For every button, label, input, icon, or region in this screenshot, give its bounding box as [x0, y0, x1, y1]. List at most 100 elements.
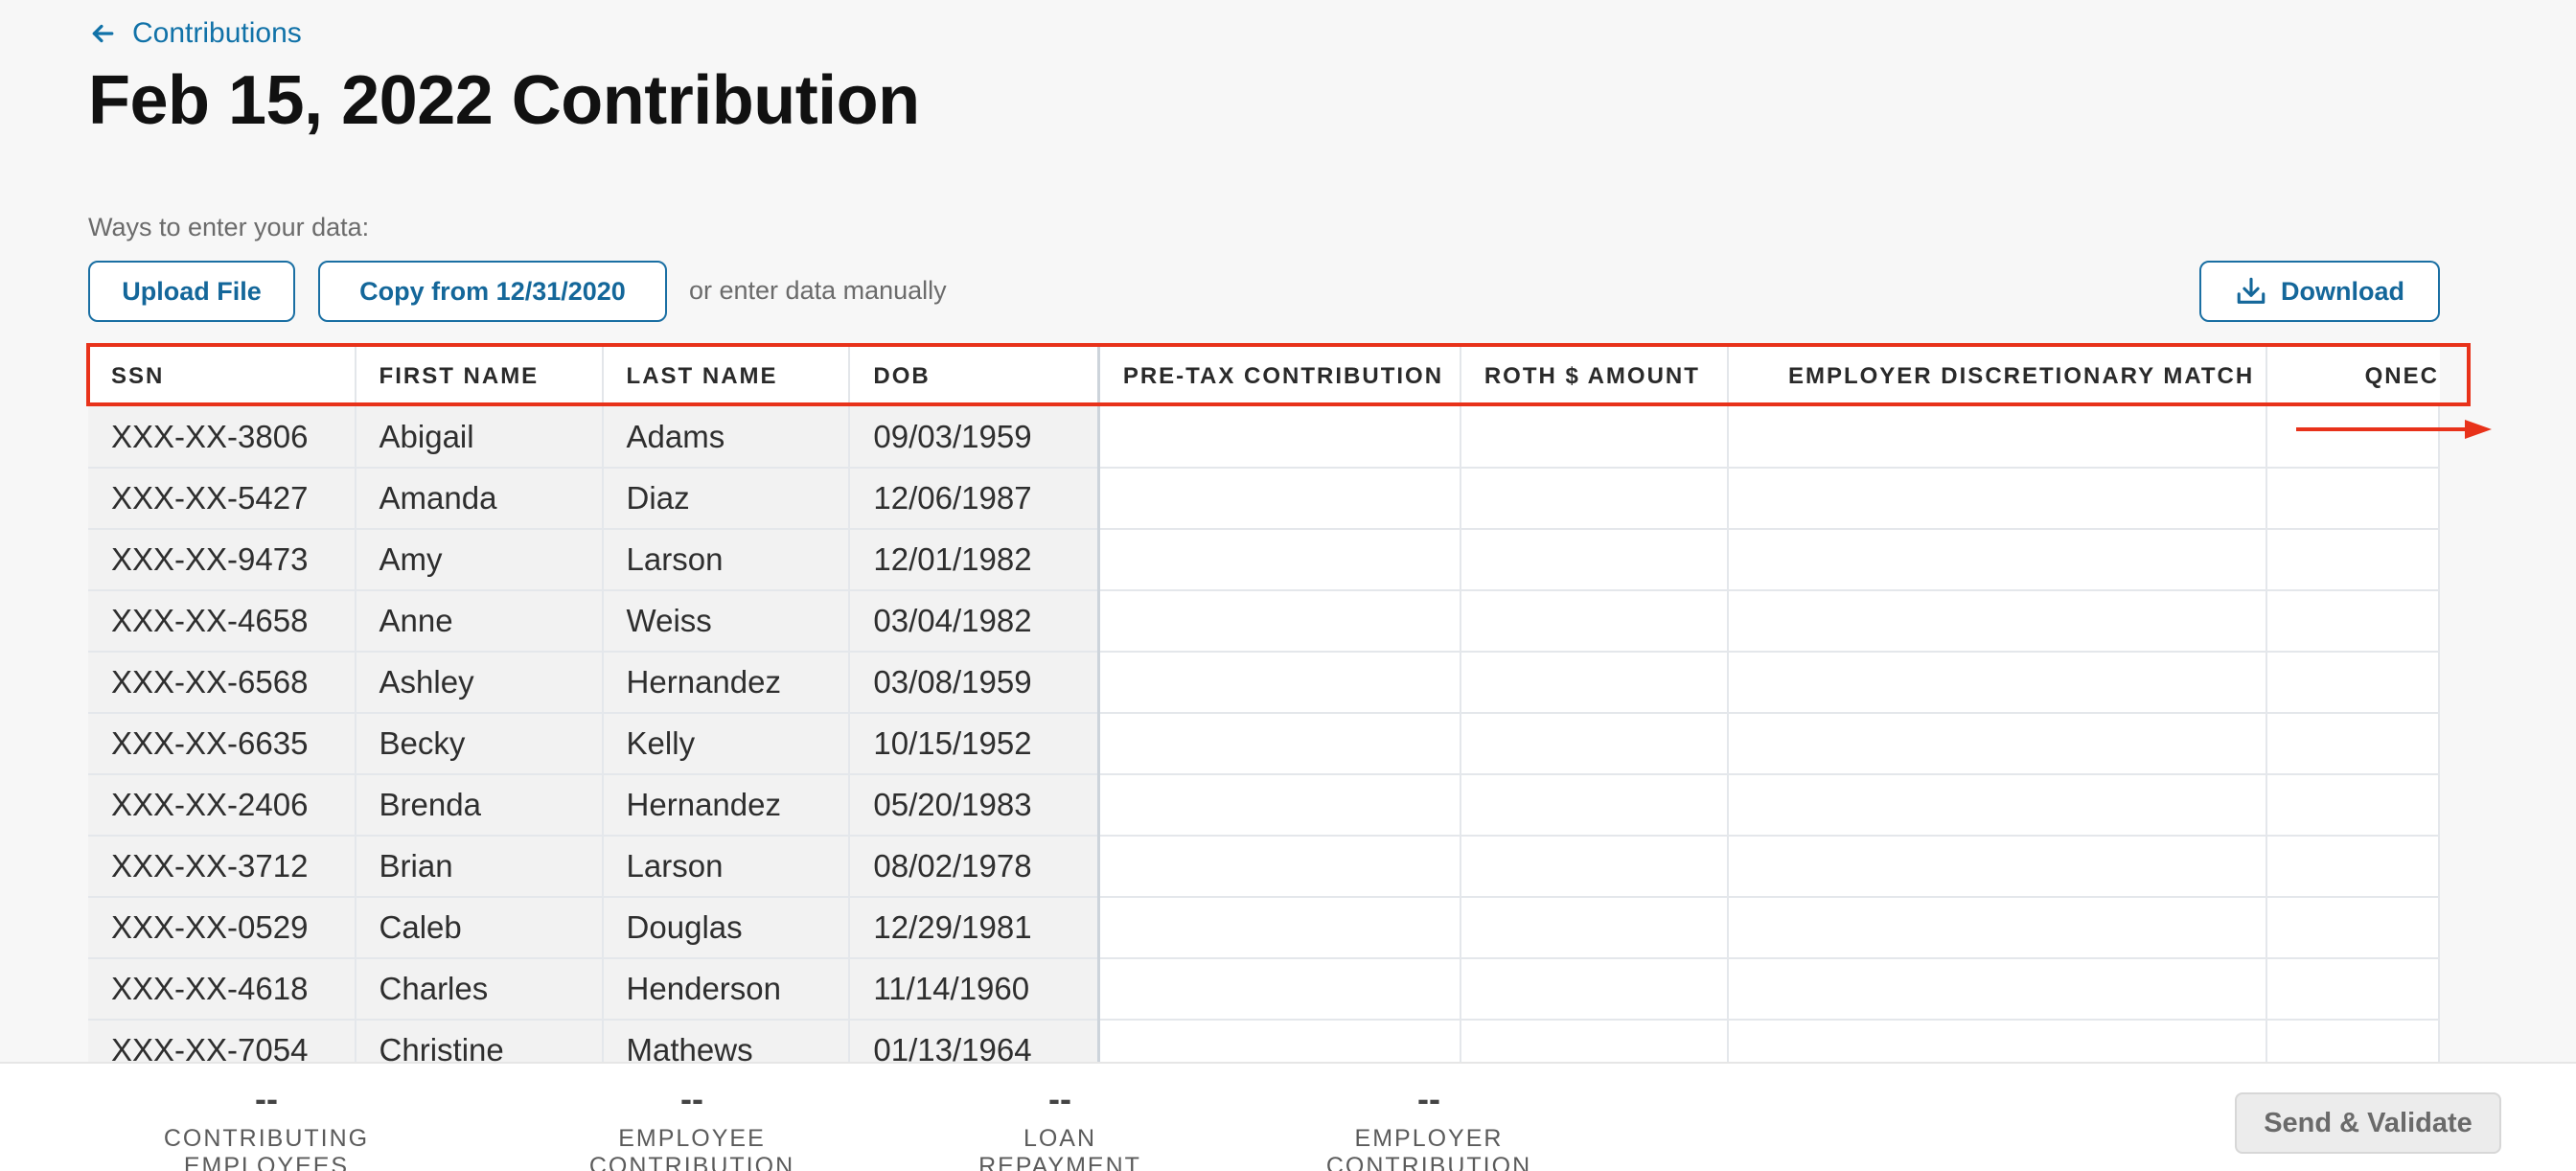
- input-pre-tax-contribution[interactable]: [1098, 958, 1461, 1021]
- input-qnec[interactable]: [2266, 652, 2440, 714]
- table-row: XXX-XX-9473 Amy Larson 12/01/1982: [88, 529, 2440, 591]
- column-header-ssn[interactable]: SSN: [88, 347, 356, 406]
- cell-ssn: XXX-XX-9473: [88, 529, 356, 591]
- cell-last-name: Larson: [602, 529, 851, 591]
- input-qnec[interactable]: [2266, 1020, 2440, 1062]
- column-header-first-name[interactable]: FIRST NAME: [355, 347, 604, 406]
- input-employer-discretionary-match[interactable]: [1727, 652, 2267, 714]
- cell-last-name: Larson: [602, 836, 851, 898]
- input-pre-tax-contribution[interactable]: [1098, 468, 1461, 530]
- input-roth-amount[interactable]: [1460, 468, 1729, 530]
- input-qnec[interactable]: [2266, 713, 2440, 775]
- cell-dob: 10/15/1952: [849, 713, 1100, 775]
- input-employer-discretionary-match[interactable]: [1727, 897, 2267, 959]
- input-pre-tax-contribution[interactable]: [1098, 590, 1461, 653]
- table-header-row: SSN FIRST NAME LAST NAME DOB PRE-TAX CON…: [88, 347, 2439, 406]
- copy-from-label: Copy from 12/31/2020: [359, 276, 626, 306]
- cell-first-name: Amy: [355, 529, 604, 591]
- column-header-qnec[interactable]: QNEC: [2266, 347, 2439, 406]
- cell-first-name: Caleb: [355, 897, 604, 959]
- column-header-last-name[interactable]: LAST NAME: [602, 347, 851, 406]
- back-link-contributions[interactable]: Contributions: [90, 17, 302, 50]
- stat-label: EMPLOYEE CONTRIBUTION: [588, 1125, 795, 1171]
- input-qnec[interactable]: [2266, 590, 2440, 653]
- table-row: XXX-XX-4618 Charles Henderson 11/14/1960: [88, 958, 2440, 1021]
- copy-from-previous-button[interactable]: Copy from 12/31/2020: [318, 261, 667, 322]
- table-row: XXX-XX-0529 Caleb Douglas 12/29/1981: [88, 897, 2440, 959]
- page-title: Feb 15, 2022 Contribution: [88, 62, 920, 139]
- download-label: Download: [2281, 276, 2404, 306]
- input-qnec[interactable]: [2266, 406, 2440, 469]
- cell-ssn: XXX-XX-5427: [88, 468, 356, 530]
- cell-first-name: Amanda: [355, 468, 604, 530]
- input-roth-amount[interactable]: [1460, 529, 1729, 591]
- table-row: XXX-XX-6635 Becky Kelly 10/15/1952: [88, 713, 2440, 775]
- input-pre-tax-contribution[interactable]: [1098, 774, 1461, 837]
- cell-ssn: XXX-XX-3806: [88, 406, 356, 469]
- cell-dob: 08/02/1978: [849, 836, 1100, 898]
- input-roth-amount[interactable]: [1460, 1020, 1729, 1062]
- input-pre-tax-contribution[interactable]: [1098, 713, 1461, 775]
- input-employer-discretionary-match[interactable]: [1727, 468, 2267, 530]
- cell-first-name: Brenda: [355, 774, 604, 837]
- input-employer-discretionary-match[interactable]: [1727, 713, 2267, 775]
- cell-dob: 03/08/1959: [849, 652, 1100, 714]
- input-qnec[interactable]: [2266, 897, 2440, 959]
- column-header-dob[interactable]: DOB: [849, 347, 1100, 406]
- input-qnec[interactable]: [2266, 468, 2440, 530]
- input-employer-discretionary-match[interactable]: [1727, 958, 2267, 1021]
- input-roth-amount[interactable]: [1460, 652, 1729, 714]
- input-pre-tax-contribution[interactable]: [1098, 897, 1461, 959]
- cell-first-name: Charles: [355, 958, 604, 1021]
- download-button[interactable]: Download: [2199, 261, 2440, 322]
- input-roth-amount[interactable]: [1460, 836, 1729, 898]
- input-pre-tax-contribution[interactable]: [1098, 836, 1461, 898]
- upload-file-button[interactable]: Upload File: [88, 261, 295, 322]
- column-header-roth-amount[interactable]: ROTH $ AMOUNT: [1460, 347, 1729, 406]
- cell-dob: 11/14/1960: [849, 958, 1100, 1021]
- input-roth-amount[interactable]: [1460, 958, 1729, 1021]
- contribution-table: SSN FIRST NAME LAST NAME DOB PRE-TAX CON…: [88, 347, 2440, 1062]
- input-roth-amount[interactable]: [1460, 713, 1729, 775]
- cell-ssn: XXX-XX-7054: [88, 1020, 356, 1062]
- input-employer-discretionary-match[interactable]: [1727, 529, 2267, 591]
- input-roth-amount[interactable]: [1460, 897, 1729, 959]
- cell-first-name: Becky: [355, 713, 604, 775]
- input-qnec[interactable]: [2266, 958, 2440, 1021]
- input-employer-discretionary-match[interactable]: [1727, 1020, 2267, 1062]
- cell-last-name: Hernandez: [602, 774, 851, 837]
- input-employer-discretionary-match[interactable]: [1727, 590, 2267, 653]
- stat-value: --: [680, 1079, 703, 1118]
- cell-ssn: XXX-XX-3712: [88, 836, 356, 898]
- send-validate-button[interactable]: Send & Validate: [2235, 1092, 2501, 1154]
- input-employer-discretionary-match[interactable]: [1727, 836, 2267, 898]
- input-roth-amount[interactable]: [1460, 774, 1729, 837]
- send-validate-label: Send & Validate: [2264, 1107, 2472, 1138]
- input-employer-discretionary-match[interactable]: [1727, 774, 2267, 837]
- input-pre-tax-contribution[interactable]: [1098, 1020, 1461, 1062]
- cell-dob: 12/06/1987: [849, 468, 1100, 530]
- input-qnec[interactable]: [2266, 836, 2440, 898]
- column-header-pre-tax-contribution[interactable]: PRE-TAX CONTRIBUTION: [1098, 347, 1461, 406]
- input-qnec[interactable]: [2266, 774, 2440, 837]
- stat-label: LOAN REPAYMENT: [978, 1125, 1141, 1171]
- stat-employer-contribution: -- EMPLOYER CONTRIBUTION: [1263, 1081, 1595, 1171]
- cell-first-name: Ashley: [355, 652, 604, 714]
- contribution-grid: SSN FIRST NAME LAST NAME DOB PRE-TAX CON…: [88, 347, 2440, 1062]
- table-row: XXX-XX-6568 Ashley Hernandez 03/08/1959: [88, 652, 2440, 714]
- upload-file-label: Upload File: [122, 276, 262, 306]
- cell-ssn: XXX-XX-6635: [88, 713, 356, 775]
- column-header-employer-discretionary-match[interactable]: EMPLOYER DISCRETIONARY MATCH: [1727, 347, 2267, 406]
- back-link-label: Contributions: [132, 17, 302, 49]
- stat-value: --: [1417, 1079, 1440, 1118]
- input-pre-tax-contribution[interactable]: [1098, 529, 1461, 591]
- input-pre-tax-contribution[interactable]: [1098, 652, 1461, 714]
- input-roth-amount[interactable]: [1460, 406, 1729, 469]
- input-qnec[interactable]: [2266, 529, 2440, 591]
- stat-value: --: [1048, 1079, 1071, 1118]
- input-employer-discretionary-match[interactable]: [1727, 406, 2267, 469]
- cell-dob: 01/13/1964: [849, 1020, 1100, 1062]
- input-pre-tax-contribution[interactable]: [1098, 406, 1461, 469]
- summary-footer: -- CONTRIBUTING EMPLOYEES -- EMPLOYEE CO…: [0, 1062, 2576, 1171]
- input-roth-amount[interactable]: [1460, 590, 1729, 653]
